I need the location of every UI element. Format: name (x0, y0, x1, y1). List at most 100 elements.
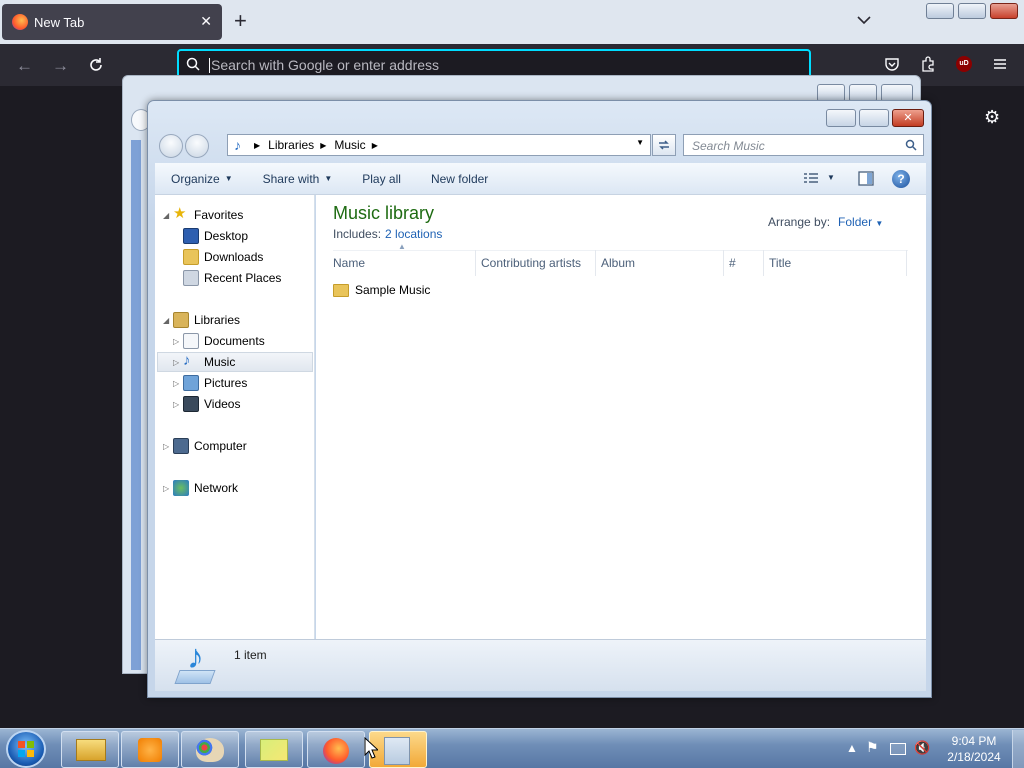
videos-icon (183, 396, 199, 412)
folder-icon (333, 283, 349, 297)
clock-time: 9:04 PM (951, 734, 997, 748)
explorer-maximize-button[interactable] (859, 109, 889, 127)
view-options-icon[interactable] (803, 172, 819, 186)
nav-label: Documents (204, 334, 265, 348)
network-tray-icon[interactable] (890, 743, 906, 755)
nav-label: Downloads (204, 250, 264, 264)
expand-arrow-icon[interactable]: ▷ (173, 400, 183, 409)
tab-new-tab[interactable]: New Tab ✕ (2, 4, 222, 40)
nav-item-videos[interactable]: ▷ Videos (173, 394, 240, 414)
expand-arrow-icon[interactable]: ◢ (163, 211, 173, 220)
explorer-close-button[interactable]: ✕ (892, 109, 924, 127)
firefox-icon (12, 14, 28, 30)
share-with-button[interactable]: Share with ▼ (263, 172, 333, 186)
expand-arrow-icon[interactable]: ▷ (163, 442, 173, 451)
chevron-down-icon[interactable] (856, 12, 872, 28)
item-count: 1 item (234, 648, 267, 662)
arrange-label: Arrange by: (768, 215, 831, 229)
column-header-album[interactable]: Album (596, 250, 724, 276)
new-folder-button[interactable]: New folder (431, 172, 488, 186)
refresh-button[interactable] (652, 134, 676, 156)
taskbar-paint-button[interactable] (181, 731, 239, 768)
expand-arrow-icon[interactable]: ◢ (163, 316, 173, 325)
organize-label: Organize (171, 171, 220, 186)
pictures-icon (183, 375, 199, 391)
volume-muted-icon[interactable]: 🔇 (914, 740, 930, 756)
nav-item-network[interactable]: ▷ Network (163, 478, 238, 498)
locations-link[interactable]: 2 locations (385, 227, 442, 241)
nav-item-music[interactable]: ▷ ♪ Music (173, 352, 235, 372)
minimize-button[interactable] (926, 3, 954, 19)
taskbar-firefox-button[interactable] (307, 731, 365, 768)
play-all-button[interactable]: Play all (362, 172, 401, 186)
reload-icon[interactable] (88, 57, 104, 73)
pocket-icon[interactable] (884, 56, 900, 72)
gear-icon[interactable]: ⚙ (984, 107, 1000, 128)
address-bar[interactable]: ♪ ▶ Libraries ▶ Music ▶ ▼ (227, 134, 651, 156)
forward-arrow-icon[interactable]: → (52, 56, 69, 76)
show-desktop-button[interactable] (1012, 730, 1024, 768)
nav-item-desktop[interactable]: Desktop (183, 226, 248, 246)
nav-buttons (157, 134, 217, 158)
nav-label: Libraries (194, 313, 241, 327)
preview-pane-icon[interactable] (858, 171, 874, 186)
nav-label: Computer (194, 439, 247, 453)
search-music-input[interactable]: Search Music (683, 134, 924, 156)
music-icon: ♪ (183, 352, 191, 369)
expand-arrow-icon[interactable]: ▷ (173, 379, 183, 388)
share-with-label: Share with (262, 171, 320, 186)
back-arrow-icon[interactable]: ← (16, 56, 33, 76)
address-dropdown-icon[interactable]: ▼ (636, 138, 644, 147)
nav-item-favorites[interactable]: ◢ ★ Favorites (163, 205, 243, 225)
computer-icon (173, 438, 189, 454)
list-item[interactable]: Sample Music (333, 283, 430, 297)
breadcrumb-arrow-icon[interactable]: ▶ (320, 141, 326, 150)
recent-places-icon (183, 270, 199, 286)
expand-arrow-icon[interactable]: ▷ (163, 484, 173, 493)
documents-icon (183, 333, 199, 349)
action-center-flag-icon[interactable]: ⚑ (866, 739, 879, 756)
taskbar-sticky-notes-button[interactable] (245, 731, 303, 768)
view-dropdown-icon[interactable]: ▼ (827, 173, 835, 182)
back-button[interactable] (159, 134, 183, 158)
column-header-track-number[interactable]: # (724, 250, 764, 276)
expand-arrow-icon[interactable]: ▷ (173, 358, 183, 367)
new-tab-button[interactable]: + (234, 10, 247, 32)
library-includes: Includes: 2 locations (333, 227, 442, 241)
nav-item-pictures[interactable]: ▷ Pictures (173, 373, 247, 393)
explorer-window: ✕ ♪ ▶ Libraries ▶ Music ▶ ▼ Search Music… (147, 100, 932, 698)
ublock-icon[interactable]: uD (956, 56, 972, 72)
help-icon[interactable]: ? (892, 170, 910, 188)
column-header-name[interactable]: Name (328, 250, 476, 276)
nav-label: Recent Places (204, 271, 282, 285)
breadcrumb-libraries[interactable]: Libraries (268, 138, 314, 152)
taskbar-explorer-button[interactable] (61, 731, 119, 768)
column-header-title[interactable]: Title (764, 250, 907, 276)
column-header-contributing-artists[interactable]: Contributing artists (476, 250, 596, 276)
breadcrumb-arrow-icon[interactable]: ▶ (372, 141, 378, 150)
nav-label: Videos (204, 397, 241, 411)
nav-item-computer[interactable]: ▷ Computer (163, 436, 247, 456)
nav-item-downloads[interactable]: Downloads (183, 247, 263, 267)
close-button[interactable] (990, 3, 1018, 19)
extensions-icon[interactable] (920, 56, 936, 72)
start-button[interactable] (6, 730, 46, 768)
forward-button[interactable] (185, 134, 209, 158)
explorer-icon (76, 739, 106, 761)
expand-arrow-icon[interactable]: ▷ (173, 337, 183, 346)
maximize-button[interactable] (958, 3, 986, 19)
nav-item-libraries[interactable]: ◢ Libraries (163, 310, 240, 330)
tab-close-icon[interactable]: ✕ (200, 13, 212, 30)
arrange-by-dropdown[interactable]: Folder ▼ (838, 215, 883, 229)
nav-item-recent-places[interactable]: Recent Places (183, 268, 281, 288)
breadcrumb-arrow-icon[interactable]: ▶ (254, 141, 260, 150)
taskbar-media-player-button[interactable] (121, 731, 179, 768)
search-icon[interactable] (905, 139, 917, 151)
menu-icon[interactable] (992, 56, 1008, 72)
organize-button[interactable]: Organize ▼ (171, 172, 233, 186)
tray-expand-icon[interactable]: ▲ (846, 741, 858, 755)
explorer-minimize-button[interactable] (826, 109, 856, 127)
breadcrumb-music[interactable]: Music (334, 138, 365, 152)
nav-item-documents[interactable]: ▷ Documents (173, 331, 265, 351)
clock[interactable]: 9:04 PM 2/18/2024 (944, 733, 1004, 765)
